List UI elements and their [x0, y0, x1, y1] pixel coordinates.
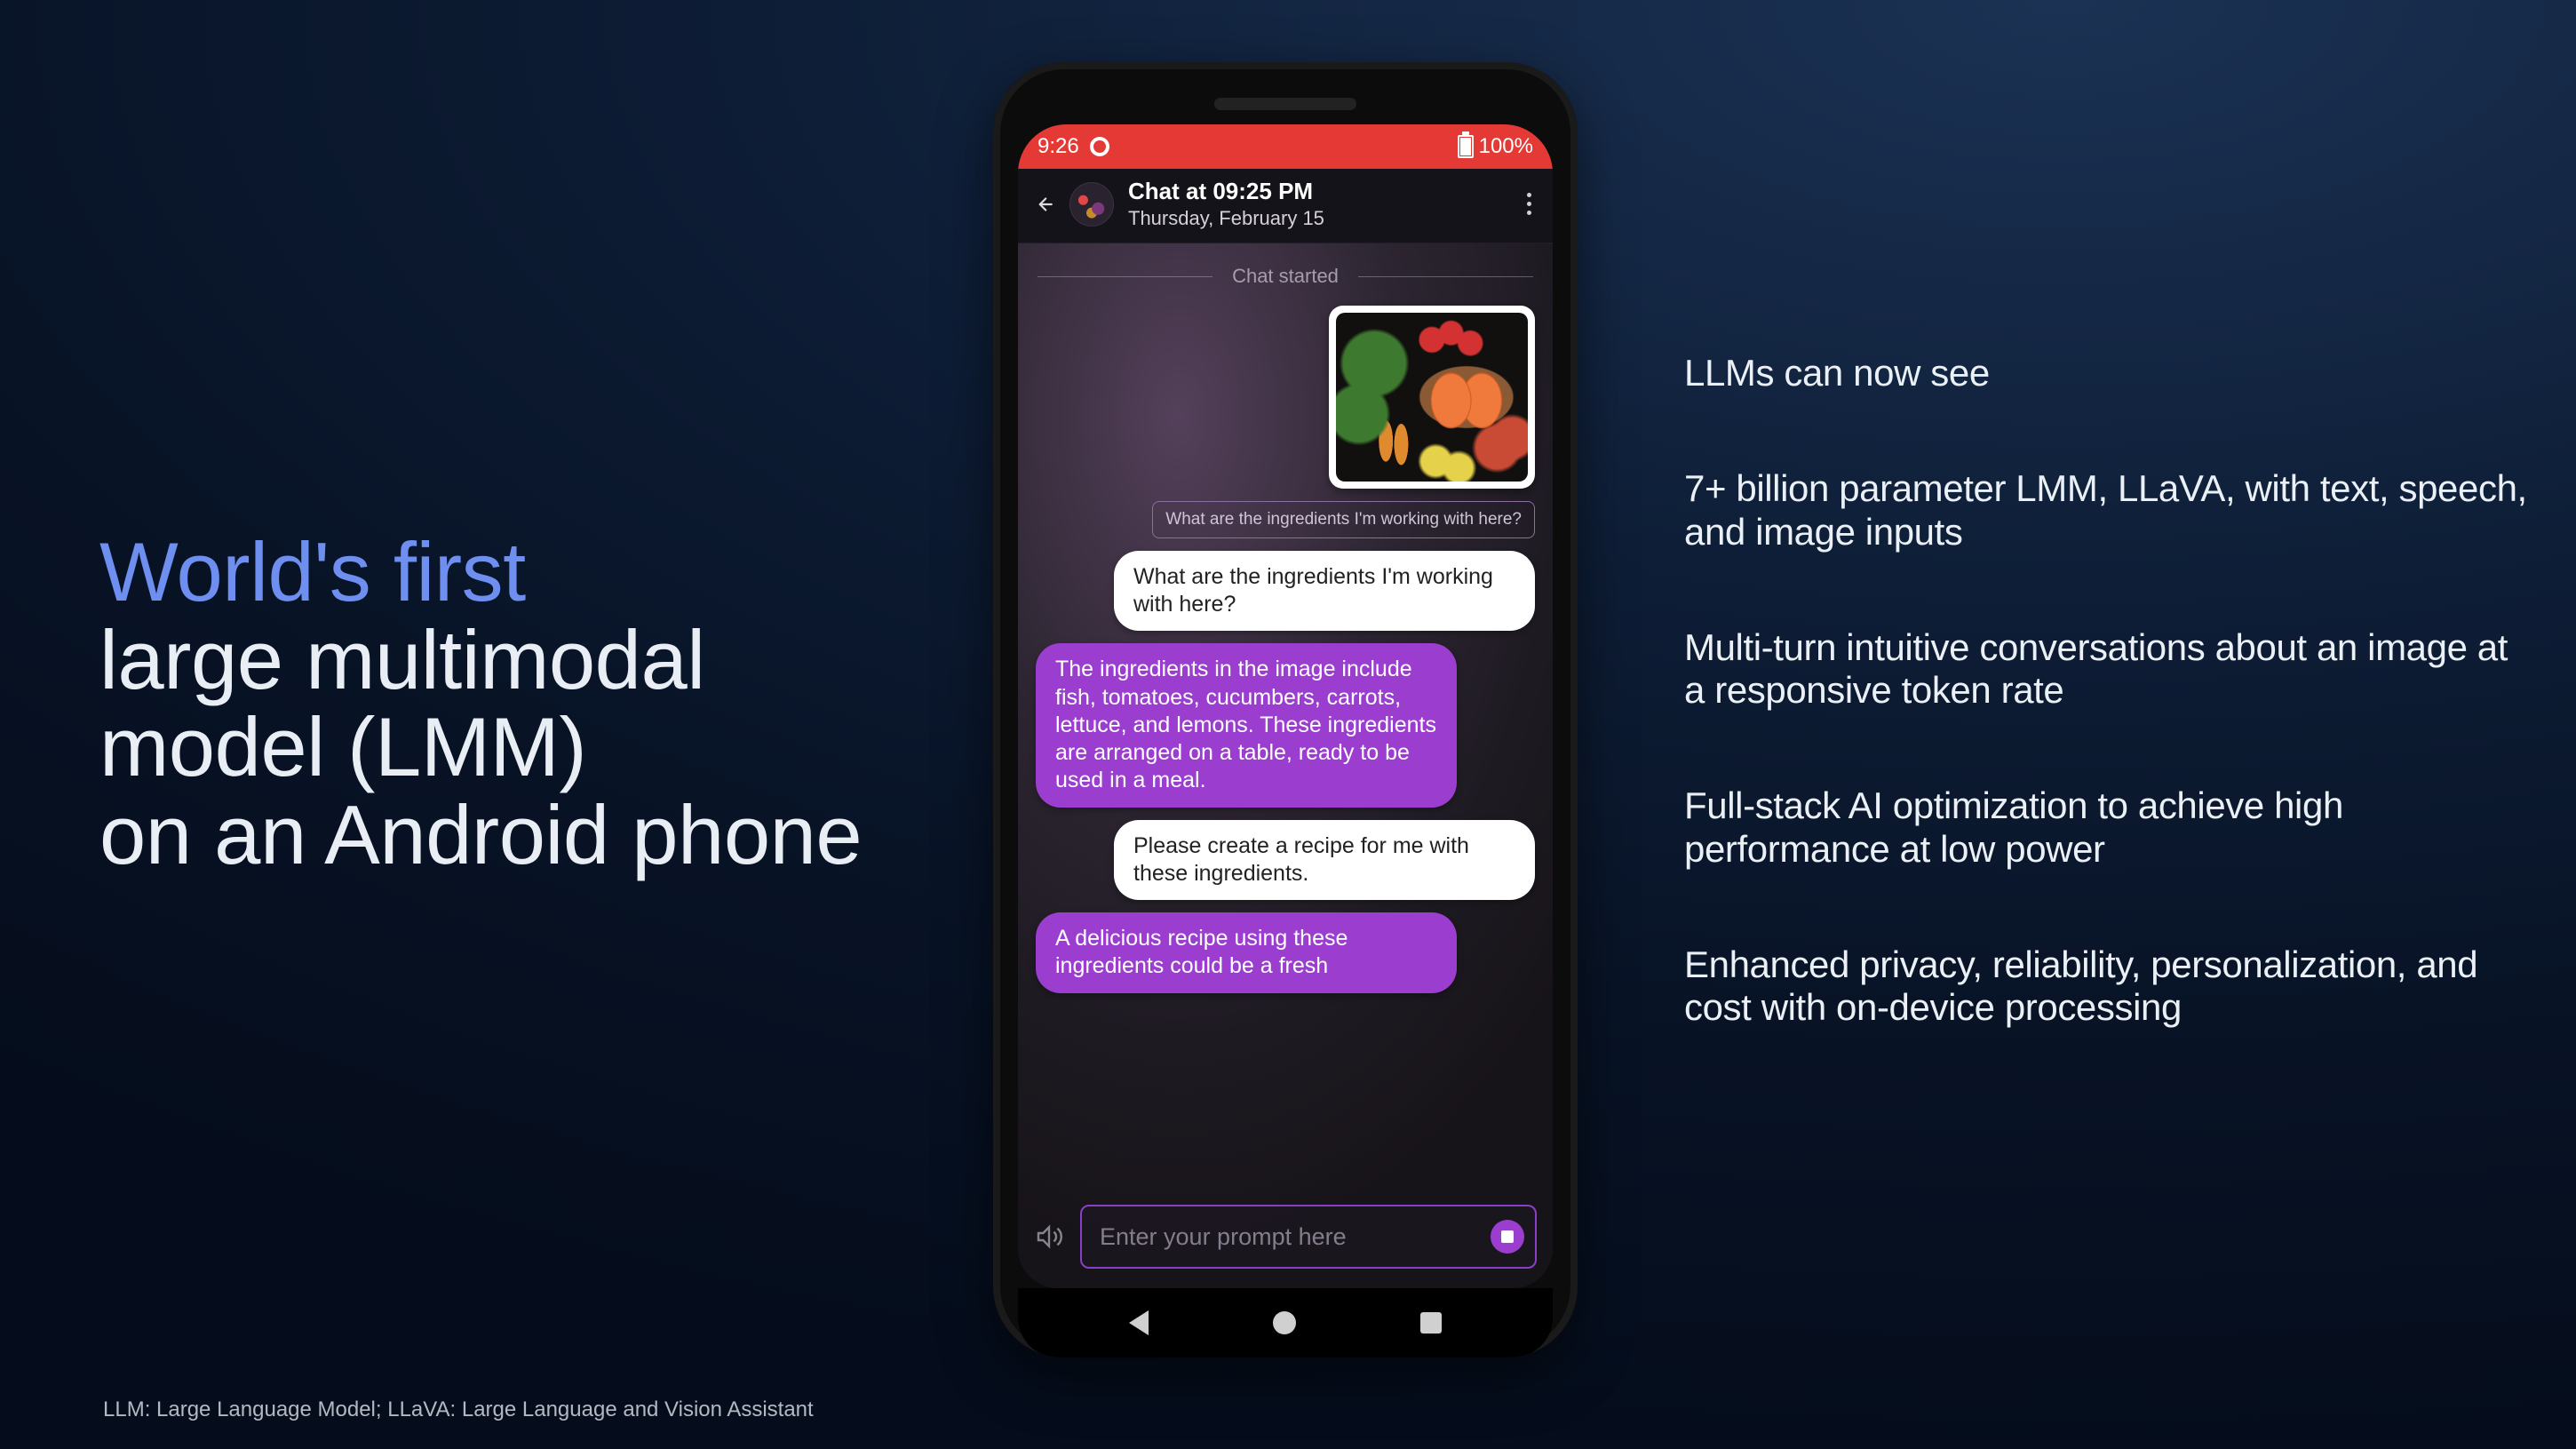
status-time: 9:26 [1038, 134, 1079, 159]
bullet-3: Multi-turn intuitive conversations about… [1684, 626, 2537, 713]
assistant-message-1: The ingredients in the image include fis… [1036, 643, 1457, 807]
chat-body: Chat started What are the ingredients I'… [1018, 243, 1553, 1192]
prompt-placeholder: Enter your prompt here [1100, 1223, 1491, 1251]
back-arrow-icon[interactable] [1030, 192, 1055, 217]
chat-header: Chat at 09:25 PM Thursday, February 15 [1018, 169, 1553, 243]
android-nav-bar [1018, 1288, 1553, 1357]
user-query-caption: What are the ingredients I'm working wit… [1152, 501, 1535, 538]
nav-home-icon[interactable] [1273, 1311, 1296, 1334]
battery-percent: 100% [1479, 134, 1533, 159]
phone-screen: 9:26 100% Chat at 09:25 PM Thursday, Feb… [1018, 124, 1553, 1288]
chat-avatar[interactable] [1069, 182, 1114, 227]
bullet-4: Full-stack AI optimization to achieve hi… [1684, 784, 2537, 871]
nav-recent-icon[interactable] [1420, 1312, 1442, 1334]
slide-headline: World's first large multimodal model (LM… [99, 529, 862, 880]
chat-started-divider: Chat started [1022, 259, 1549, 293]
chat-subtitle: Thursday, February 15 [1128, 207, 1324, 230]
bullet-5: Enhanced privacy, reliability, personali… [1684, 943, 2537, 1030]
headline-line-4: on an Android phone [99, 792, 862, 880]
headline-line-2: large multimodal [99, 617, 862, 705]
headline-line-1: World's first [99, 529, 862, 617]
bullet-1: LLMs can now see [1684, 352, 2537, 394]
phone-mockup: 9:26 100% Chat at 09:25 PM Thursday, Feb… [993, 62, 1578, 1357]
user-message-1: What are the ingredients I'm working wit… [1114, 551, 1535, 632]
feature-bullets: LLMs can now see 7+ billion parameter LM… [1684, 352, 2537, 1030]
stop-generation-button[interactable] [1491, 1220, 1524, 1254]
user-image-bubble[interactable] [1329, 306, 1535, 489]
chat-started-label: Chat started [1232, 265, 1339, 288]
chat-title: Chat at 09:25 PM [1128, 178, 1324, 205]
notification-app-icon [1090, 137, 1109, 156]
more-menu-icon[interactable] [1522, 187, 1537, 220]
assistant-message-2: A delicious recipe using these ingredien… [1036, 912, 1457, 993]
prompt-input[interactable]: Enter your prompt here [1080, 1205, 1537, 1269]
chat-input-row: Enter your prompt here [1018, 1192, 1553, 1288]
phone-earpiece [1214, 98, 1356, 110]
bullet-2: 7+ billion parameter LMM, LLaVA, with te… [1684, 467, 2537, 553]
food-ingredients-image [1336, 313, 1528, 482]
battery-icon [1458, 135, 1474, 158]
headline-line-3: model (LMM) [99, 704, 862, 792]
speaker-icon[interactable] [1034, 1222, 1064, 1252]
footnote: LLM: Large Language Model; LLaVA: Large … [103, 1397, 814, 1422]
nav-back-icon[interactable] [1129, 1310, 1149, 1335]
status-bar: 9:26 100% [1018, 124, 1553, 169]
user-message-2: Please create a recipe for me with these… [1114, 820, 1535, 901]
